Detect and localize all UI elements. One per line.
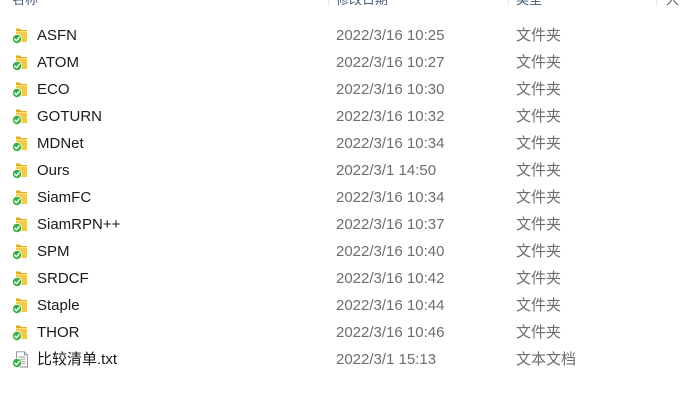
file-row[interactable]: 比较清单.txt 2022/3/1 15:13 文本文档 [0, 346, 684, 373]
file-row[interactable]: ATOM 2022/3/16 10:27 文件夹 [0, 49, 684, 76]
file-date: 2022/3/16 10:44 [336, 297, 445, 314]
file-name: MDNet [37, 135, 84, 152]
folder-icon [12, 54, 29, 71]
file-name: SiamRPN++ [37, 216, 121, 233]
text-file-icon [12, 351, 29, 368]
file-date: 2022/3/16 10:40 [336, 243, 445, 260]
file-name: SPM [37, 243, 70, 260]
folder-icon [12, 162, 29, 179]
file-type: 文件夹 [516, 270, 562, 287]
file-row[interactable]: GOTURN 2022/3/16 10:32 文件夹 [0, 103, 684, 130]
file-name: Staple [37, 297, 80, 314]
file-name: GOTURN [37, 108, 102, 125]
file-row[interactable]: SPM 2022/3/16 10:40 文件夹 [0, 238, 684, 265]
file-name: ECO [37, 81, 70, 98]
file-date: 2022/3/16 10:25 [336, 27, 445, 44]
file-date: 2022/3/16 10:42 [336, 270, 445, 287]
file-row[interactable]: SiamFC 2022/3/16 10:34 文件夹 [0, 184, 684, 211]
file-date: 2022/3/1 14:50 [336, 162, 437, 179]
file-row[interactable]: ECO 2022/3/16 10:30 文件夹 [0, 76, 684, 103]
folder-icon [12, 216, 29, 233]
file-row[interactable]: THOR 2022/3/16 10:46 文件夹 [0, 319, 684, 346]
folder-icon [12, 108, 29, 125]
file-type: 文件夹 [516, 81, 562, 98]
column-header-name[interactable]: 名称 [12, 0, 162, 10]
file-type: 文件夹 [516, 162, 562, 179]
column-header-type[interactable]: 类型 [516, 0, 646, 10]
file-date: 2022/3/16 10:32 [336, 108, 445, 125]
file-name: 比较清单.txt [37, 351, 118, 368]
file-name: ASFN [37, 27, 78, 44]
folder-icon [12, 324, 29, 341]
file-row[interactable]: SiamRPN++ 2022/3/16 10:37 文件夹 [0, 211, 684, 238]
file-date: 2022/3/16 10:27 [336, 54, 445, 71]
file-date: 2022/3/16 10:34 [336, 135, 445, 152]
file-date: 2022/3/1 15:13 [336, 351, 437, 368]
file-name: THOR [37, 324, 80, 341]
file-row[interactable]: MDNet 2022/3/16 10:34 文件夹 [0, 130, 684, 157]
file-type: 文件夹 [516, 324, 562, 341]
folder-icon [12, 27, 29, 44]
file-name: Ours [37, 162, 70, 179]
file-row[interactable]: Ours 2022/3/1 14:50 文件夹 [0, 157, 684, 184]
file-date: 2022/3/16 10:37 [336, 216, 445, 233]
file-type: 文件夹 [516, 54, 562, 71]
folder-icon [12, 81, 29, 98]
folder-icon [12, 135, 29, 152]
column-divider[interactable] [328, 0, 329, 6]
file-name: SRDCF [37, 270, 89, 287]
column-divider[interactable] [656, 0, 657, 6]
file-type: 文件夹 [516, 297, 562, 314]
file-type: 文件夹 [516, 27, 562, 44]
file-type: 文件夹 [516, 108, 562, 125]
file-date: 2022/3/16 10:30 [336, 81, 445, 98]
file-row[interactable]: Staple 2022/3/16 10:44 文件夹 [0, 292, 684, 319]
column-header-bar: 名称 修改日期 类型 大 [0, 0, 684, 10]
column-header-date[interactable]: 修改日期 [336, 0, 496, 10]
file-date: 2022/3/16 10:46 [336, 324, 445, 341]
folder-icon [12, 297, 29, 314]
file-type: 文件夹 [516, 135, 562, 152]
file-type: 文件夹 [516, 189, 562, 206]
file-type: 文件夹 [516, 216, 562, 233]
file-list: ASFN 2022/3/16 10:25 文件夹 ATOM 2022/3/16 … [0, 22, 684, 373]
file-row[interactable]: ASFN 2022/3/16 10:25 文件夹 [0, 22, 684, 49]
file-date: 2022/3/16 10:34 [336, 189, 445, 206]
column-divider[interactable] [508, 0, 509, 6]
file-name: ATOM [37, 54, 79, 71]
file-name: SiamFC [37, 189, 92, 206]
folder-icon [12, 270, 29, 287]
file-row[interactable]: SRDCF 2022/3/16 10:42 文件夹 [0, 265, 684, 292]
folder-icon [12, 189, 29, 206]
folder-icon [12, 243, 29, 260]
file-type: 文本文档 [516, 351, 577, 368]
file-type: 文件夹 [516, 243, 562, 260]
column-header-size[interactable]: 大 [666, 0, 684, 10]
